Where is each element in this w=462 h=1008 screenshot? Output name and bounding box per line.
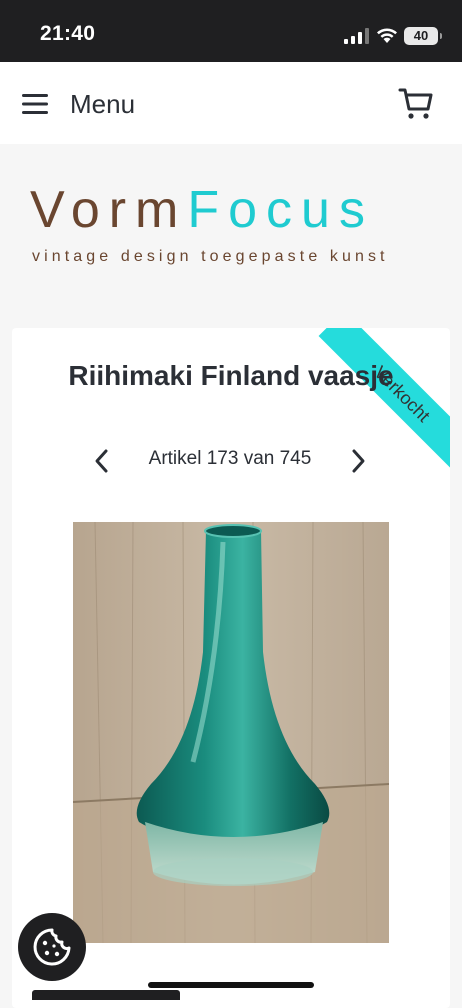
cellular-signal-icon (344, 28, 369, 44)
status-bar: 21:40 40 (0, 0, 462, 62)
brand-tagline: vintage design toegepaste kunst (32, 248, 389, 265)
product-title: Riihimaki Finland vaasje (68, 360, 394, 391)
site-logo[interactable]: VormFocus vintage design toegepaste kuns… (0, 180, 462, 280)
article-counter: Artikel 173 van 745 (148, 448, 312, 469)
chevron-right-icon[interactable] (348, 448, 368, 474)
hamburger-icon[interactable] (22, 93, 48, 115)
clock: 21:40 (40, 22, 96, 45)
product-card: Verkocht Riihimaki Finland vaasje Artike… (12, 328, 450, 1008)
brand-name-part-1: Vorm (30, 181, 188, 239)
wifi-icon (377, 28, 397, 43)
chevron-left-icon[interactable] (92, 448, 112, 474)
product-image[interactable] (73, 522, 389, 943)
brand-name: VormFocus (30, 180, 374, 240)
battery-indicator: 40 (404, 27, 442, 45)
cookie-settings-button[interactable] (18, 913, 86, 981)
bottom-toolbar-edge (32, 990, 180, 1000)
article-pager: Artikel 173 van 745 (12, 446, 450, 476)
top-navigation: Menu (0, 62, 462, 144)
brand-name-part-2: Focus (187, 181, 374, 239)
menu-button[interactable]: Menu (70, 89, 135, 120)
cookie-icon (33, 928, 71, 966)
home-indicator[interactable] (148, 982, 314, 988)
shopping-cart-icon[interactable] (398, 85, 434, 121)
